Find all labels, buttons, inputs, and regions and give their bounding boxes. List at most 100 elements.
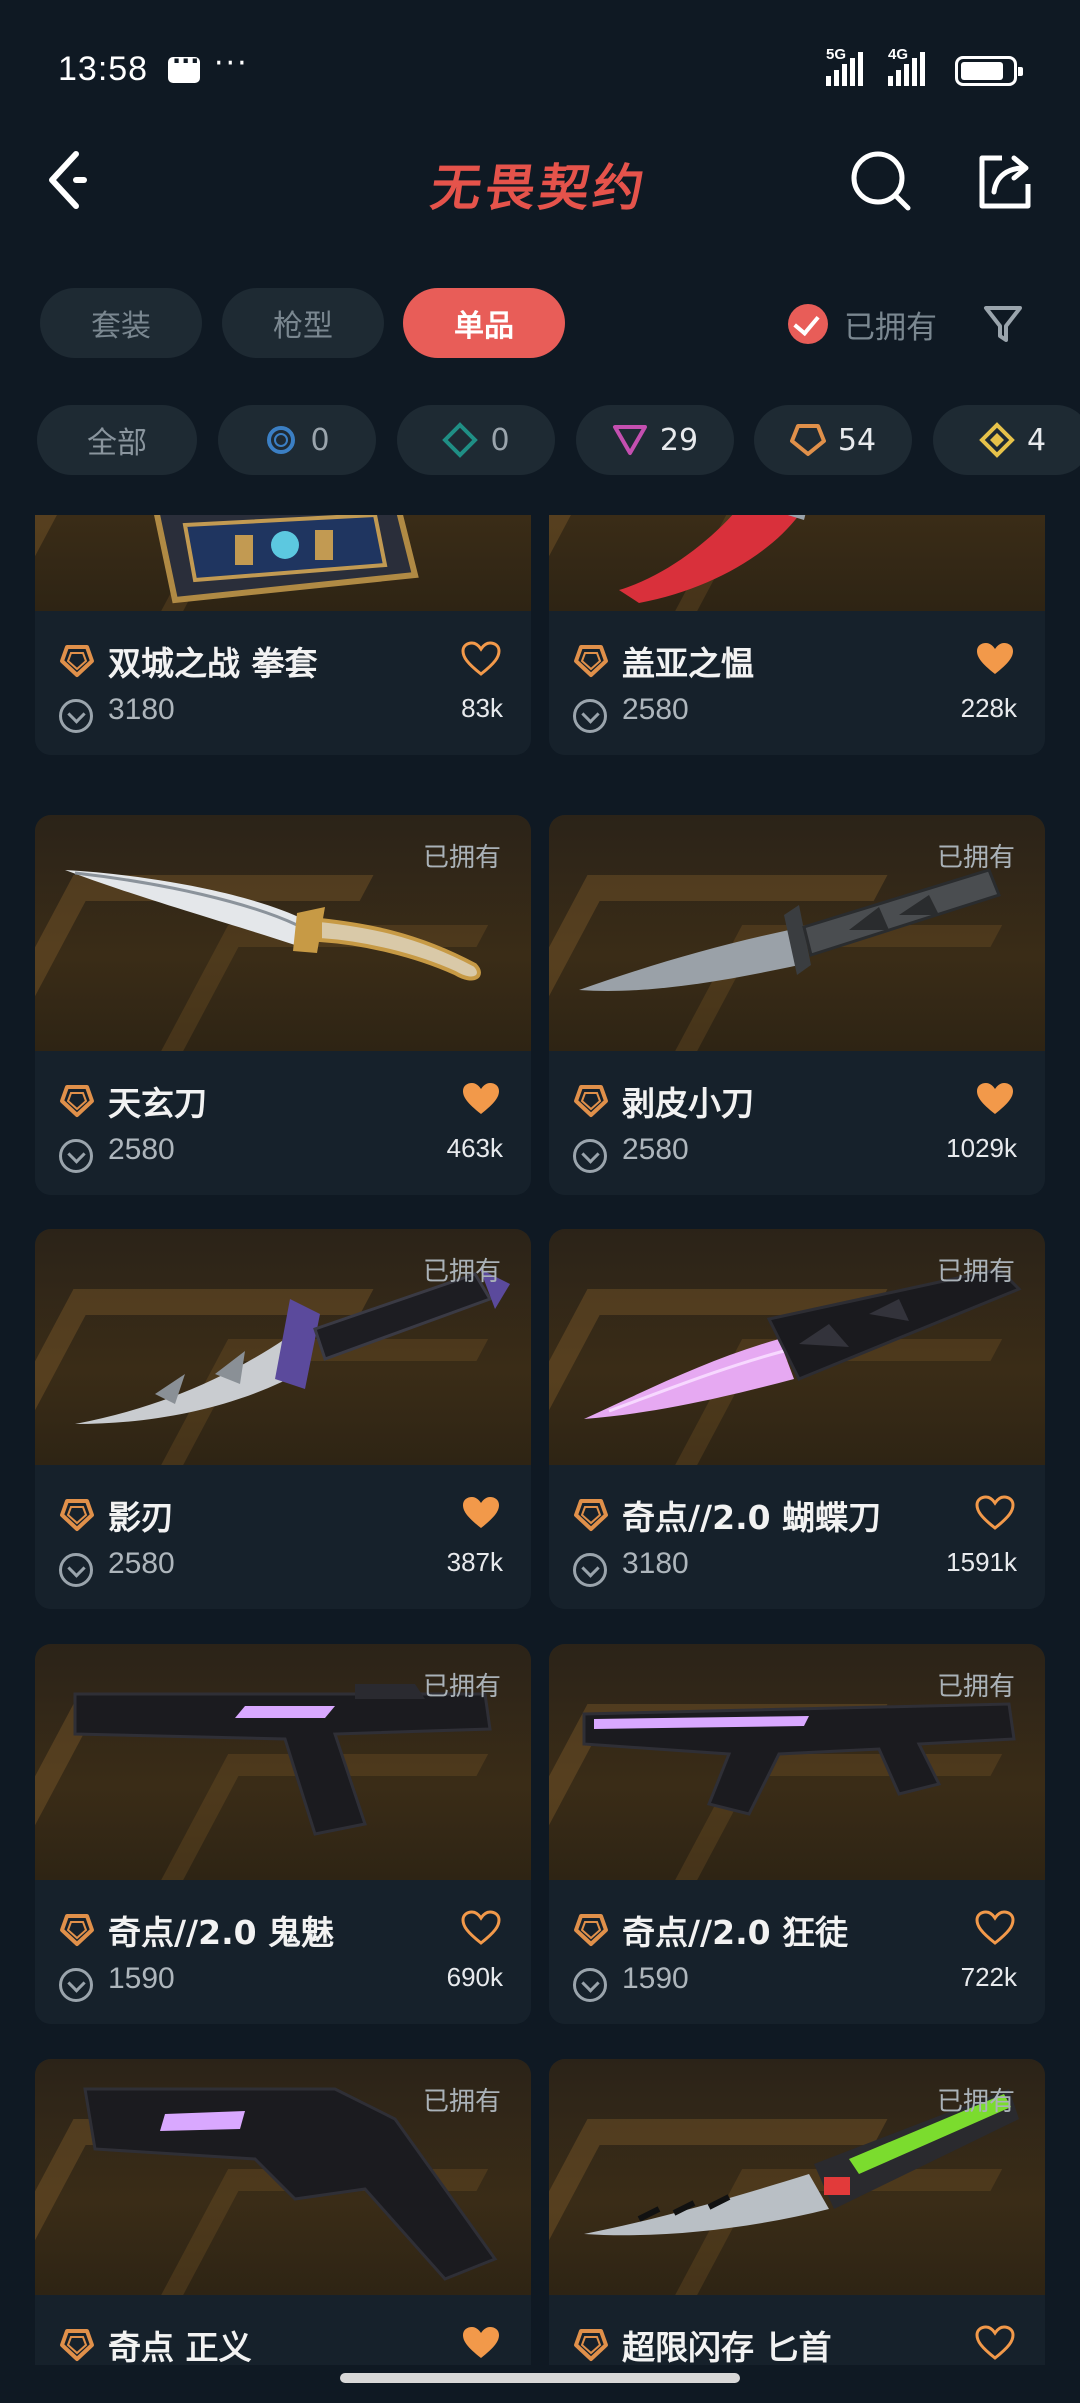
- vp-currency-icon: [573, 1553, 607, 1587]
- owned-label: 已拥有: [422, 843, 501, 873]
- exclusive-tier-icon: [60, 645, 94, 677]
- item-likes: 83k: [461, 693, 503, 723]
- item-card[interactable]: 已拥有 超限闪存 匕首: [549, 2059, 1045, 2365]
- owned-label: 已拥有: [936, 843, 1015, 873]
- item-info: 双城之战 拳套 3180 83k: [35, 611, 531, 755]
- vp-currency-icon: [573, 1968, 607, 2002]
- item-price: 2580: [622, 1133, 689, 1166]
- search-icon[interactable]: [848, 148, 914, 214]
- item-price: 2580: [108, 1133, 175, 1166]
- exclusive-tier-icon: [60, 1085, 94, 1117]
- exclusive-tier-icon: [60, 1499, 94, 1531]
- exclusive-tier-icon: [60, 2329, 94, 2361]
- exclusive-tier-icon: [574, 1499, 608, 1531]
- item-likes: 722k: [960, 1962, 1017, 1992]
- exclusive-tier-icon: [574, 2329, 608, 2361]
- item-grid: 双城之战 拳套 3180 83k 盖亚之愠 2580 228k 已拥有 天玄刀 …: [0, 515, 1080, 2365]
- owned-filter-toggle[interactable]: 已拥有: [788, 300, 937, 348]
- vp-currency-icon: [59, 1553, 93, 1587]
- owned-label: 已拥有: [422, 1672, 501, 1702]
- signal-4g-icon: 4G: [888, 46, 925, 86]
- owned-label: 已拥有: [936, 2087, 1015, 2117]
- filter-funnel-icon[interactable]: [982, 302, 1024, 346]
- heart-outline-icon[interactable]: [975, 1495, 1015, 1531]
- vp-currency-icon: [59, 1139, 93, 1173]
- item-info: 盖亚之愠 2580 228k: [549, 611, 1045, 755]
- battery-icon: [955, 56, 1023, 86]
- item-image: [549, 515, 1045, 611]
- heart-filled-icon[interactable]: [975, 1081, 1015, 1117]
- item-info: 剥皮小刀 2580 1029k: [549, 1051, 1045, 1195]
- item-card[interactable]: 盖亚之愠 2580 228k: [549, 515, 1045, 755]
- heart-outline-icon[interactable]: [975, 1910, 1015, 1946]
- item-name: 奇点//2.0 蝴蝶刀: [622, 1498, 882, 1537]
- heart-filled-icon[interactable]: [461, 1495, 501, 1531]
- item-info: 奇点//2.0 狂徒 1590 722k: [549, 1880, 1045, 2024]
- ultra-tier-icon: [979, 422, 1015, 458]
- select-tier-icon: [267, 426, 296, 454]
- heart-filled-icon[interactable]: [461, 1081, 501, 1117]
- exclusive-tier-icon: [574, 645, 608, 677]
- item-card[interactable]: 已拥有 奇点 正义: [35, 2059, 531, 2365]
- item-card[interactable]: 已拥有 天玄刀 2580 463k: [35, 815, 531, 1195]
- item-card[interactable]: 已拥有 奇点//2.0 鬼魅 1590 690k: [35, 1644, 531, 2024]
- heart-outline-icon[interactable]: [975, 2325, 1015, 2361]
- red-blade-weapon-image: [619, 515, 806, 603]
- signal-5g-icon: 5G: [826, 46, 863, 86]
- item-card[interactable]: 已拥有 奇点//2.0 蝴蝶刀 3180 1591k: [549, 1229, 1045, 1609]
- item-info: 天玄刀 2580 463k: [35, 1051, 531, 1195]
- item-price: 1590: [622, 1962, 689, 1995]
- deluxe-tier-icon: [442, 422, 479, 458]
- vp-currency-icon: [573, 1139, 607, 1173]
- item-info: 奇点//2.0 蝴蝶刀 3180 1591k: [549, 1465, 1045, 1609]
- item-name: 超限闪存 匕首: [622, 2328, 832, 2365]
- item-price: 3180: [108, 693, 175, 726]
- gauntlet-weapon-image: [154, 515, 419, 604]
- chip-select-tier[interactable]: 0: [218, 405, 376, 475]
- item-info: 超限闪存 匕首: [549, 2295, 1045, 2365]
- item-info: 影刃 2580 387k: [35, 1465, 531, 1609]
- exclusive-tier-icon: [574, 1085, 608, 1117]
- vp-currency-icon: [59, 1968, 93, 2002]
- item-likes: 463k: [446, 1133, 503, 1163]
- owned-label: 已拥有: [936, 1672, 1015, 1702]
- item-card[interactable]: 已拥有 剥皮小刀 2580 1029k: [549, 815, 1045, 1195]
- heart-filled-icon[interactable]: [975, 641, 1015, 677]
- tab-weapon-types[interactable]: 枪型: [222, 288, 384, 358]
- item-likes: 387k: [446, 1547, 503, 1577]
- heart-outline-icon[interactable]: [461, 1910, 501, 1946]
- heart-filled-icon[interactable]: [461, 2325, 501, 2361]
- item-card[interactable]: 双城之战 拳套 3180 83k: [35, 515, 531, 755]
- chip-premium-tier[interactable]: 29: [576, 405, 734, 475]
- item-likes: 1029k: [946, 1133, 1017, 1163]
- home-indicator[interactable]: [340, 2373, 740, 2383]
- share-icon[interactable]: [972, 148, 1038, 214]
- tab-single-items[interactable]: 单品: [403, 288, 565, 358]
- item-likes: 1591k: [946, 1547, 1017, 1577]
- exclusive-tier-icon: [789, 424, 826, 456]
- owned-label: 已拥有: [936, 1257, 1015, 1287]
- item-card[interactable]: 已拥有 奇点//2.0 狂徒 1590 722k: [549, 1644, 1045, 2024]
- chip-ultra-tier[interactable]: 4: [933, 405, 1080, 475]
- item-likes: 690k: [446, 1962, 503, 1992]
- chip-deluxe-tier[interactable]: 0: [397, 405, 555, 475]
- checkmark-icon: [788, 304, 828, 344]
- item-name: 双城之战 拳套: [108, 644, 318, 683]
- exclusive-tier-icon: [60, 1914, 94, 1946]
- item-price: 3180: [622, 1547, 689, 1580]
- owned-label: 已拥有: [422, 2087, 501, 2117]
- item-image: [35, 515, 531, 611]
- exclusive-tier-icon: [574, 1914, 608, 1946]
- vp-currency-icon: [59, 699, 93, 733]
- chip-exclusive-tier[interactable]: 54: [754, 405, 912, 475]
- page-title: 无畏契约: [427, 159, 652, 217]
- item-name: 盖亚之愠: [622, 644, 754, 683]
- item-price: 2580: [108, 1547, 175, 1580]
- item-name: 奇点//2.0 鬼魅: [108, 1913, 335, 1952]
- heart-outline-icon[interactable]: [461, 641, 501, 677]
- item-card[interactable]: 已拥有 影刃 2580 387k: [35, 1229, 531, 1609]
- chip-all[interactable]: 全部: [37, 405, 197, 475]
- premium-tier-icon: [612, 425, 647, 455]
- more-notifications-icon: ···: [214, 46, 249, 81]
- tab-bundles[interactable]: 套装: [40, 288, 202, 358]
